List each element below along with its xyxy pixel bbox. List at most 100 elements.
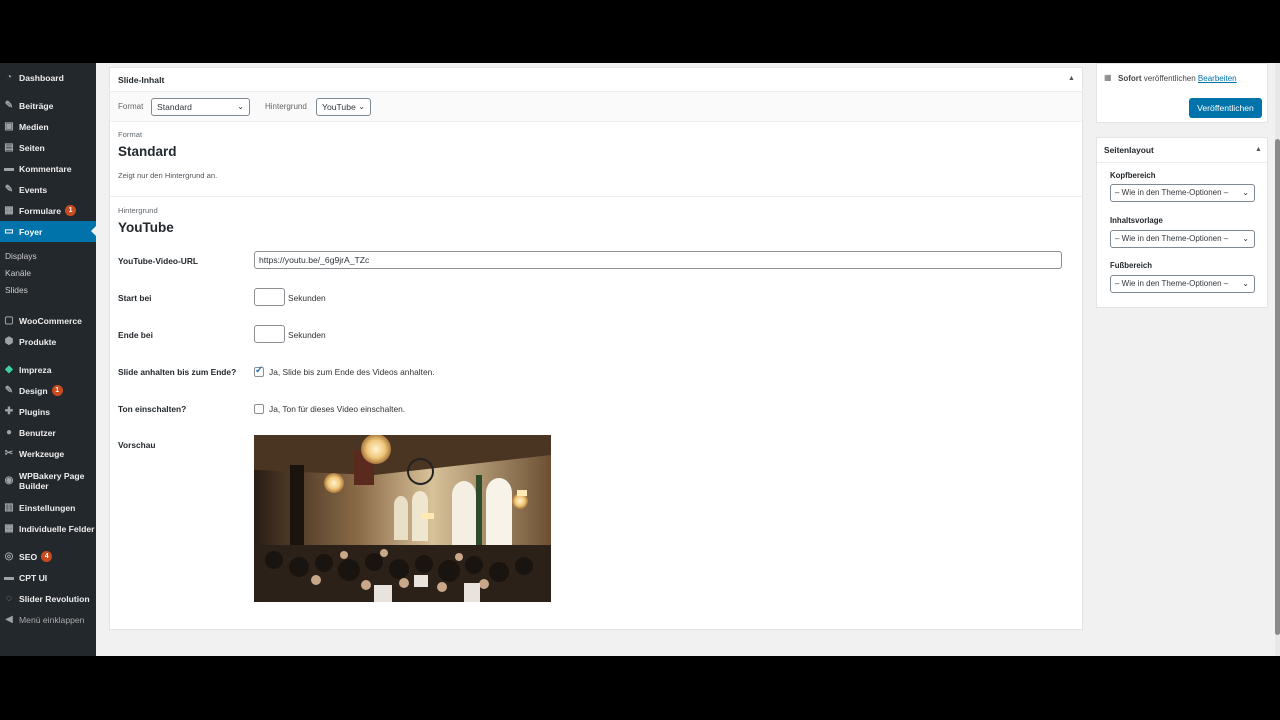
pin-icon: ✎ xyxy=(4,183,14,195)
update-badge: 1 xyxy=(65,205,77,216)
sidebar-item-benutzer[interactable]: ● Benutzer xyxy=(0,422,96,443)
collapse-box-icon[interactable]: ▲ xyxy=(1255,146,1262,153)
sidebar-item-einstellungen[interactable]: ▥ Einstellungen xyxy=(0,497,96,518)
youtube-url-label: YouTube-Video-URL xyxy=(118,256,199,266)
sidebar-item-seo[interactable]: ◎ SEO 4 xyxy=(0,546,96,567)
publish-button[interactable]: Veröffentlichen xyxy=(1189,98,1262,118)
screen: ◔ Dashboard ✎ Beiträge ▣ Medien ▤ Seiten ▬ Ko… xyxy=(0,63,1280,656)
media-icon: ▣ xyxy=(4,120,14,132)
form-icon: ▦ xyxy=(4,204,14,216)
sidebar-item-wpbakery[interactable]: ◉ WPBakery Page Builder xyxy=(0,467,96,495)
sound-checkbox[interactable] xyxy=(254,404,264,414)
content-template-select[interactable]: – Wie in den Theme-Optionen – ⌄ xyxy=(1110,230,1255,248)
sidebar-item-dashboard[interactable]: ◔ Dashboard xyxy=(0,67,96,88)
seo-icon: ◎ xyxy=(4,550,14,562)
submenu-displays[interactable]: Displays xyxy=(5,249,37,263)
cpt-icon: ▬ xyxy=(4,571,14,583)
panel-title: Slide-Inhalt xyxy=(110,68,1082,92)
admin-sidebar: ◔ Dashboard ✎ Beiträge ▣ Medien ▤ Seiten ▬ Ko… xyxy=(0,63,96,656)
background-section-title: YouTube xyxy=(118,220,174,235)
start-seconds-input[interactable] xyxy=(254,288,285,306)
collapse-icon: ◀ xyxy=(5,613,13,625)
update-badge: 1 xyxy=(51,385,63,396)
sidebar-item-plugins[interactable]: ✚ Plugins xyxy=(0,401,96,422)
sidebar-item-produkte[interactable]: ⬢ Produkte xyxy=(0,331,96,352)
sidebar-item-foyer[interactable]: ▭ Foyer xyxy=(0,221,96,242)
sidebar-item-beitraege[interactable]: ✎ Beiträge xyxy=(0,95,96,116)
fields-icon: ▦ xyxy=(4,522,14,534)
sidebar-item-woocommerce[interactable]: ▢ WooCommerce xyxy=(0,310,96,331)
sidebar-item-design[interactable]: ✎ Design 1 xyxy=(0,380,96,401)
footer-area-select[interactable]: – Wie in den Theme-Optionen – ⌄ xyxy=(1110,275,1255,293)
format-select[interactable]: Standard ⌄ xyxy=(151,98,250,116)
builder-icon: ◉ xyxy=(4,475,14,486)
revolution-icon: ◌ xyxy=(6,592,12,604)
background-select[interactable]: YouTube ⌄ xyxy=(316,98,371,116)
background-section-label: Hintergrund xyxy=(118,206,158,215)
sidebar-item-seiten[interactable]: ▤ Seiten xyxy=(0,137,96,158)
dashboard-icon: ◔ xyxy=(5,71,13,83)
comment-icon: ▬ xyxy=(4,162,14,174)
sidebar-item-cpt-ui[interactable]: ▬ CPT UI xyxy=(0,567,96,588)
sidebar-item-impreza[interactable]: ◆ Impreza xyxy=(0,359,96,380)
chevron-down-icon: ⌄ xyxy=(1242,188,1249,197)
plugin-icon: ✚ xyxy=(4,405,14,417)
page-icon: ▤ xyxy=(4,141,14,153)
chevron-down-icon: ⌄ xyxy=(1242,279,1249,288)
collapse-panel-icon[interactable]: ▲ xyxy=(1068,75,1075,82)
chevron-down-icon: ⌄ xyxy=(358,102,365,111)
edit-publish-link[interactable]: Bearbeiten xyxy=(1198,74,1237,83)
scrollbar-thumb[interactable] xyxy=(1275,139,1280,635)
sidebar-item-individuelle-felder[interactable]: ▦ Individuelle Felder xyxy=(0,518,96,539)
footer-area-label: Fußbereich xyxy=(1110,261,1153,270)
notification-badge: 4 xyxy=(41,551,53,562)
woo-icon: ▢ xyxy=(4,314,14,326)
sound-label: Ton einschalten? xyxy=(118,404,187,414)
end-unit: Sekunden xyxy=(288,330,326,340)
header-area-select[interactable]: – Wie in den Theme-Optionen – ⌄ xyxy=(1110,184,1255,202)
publish-status: Sofort veröffentlichen Bearbeiten xyxy=(1118,74,1237,83)
pin-icon: ✎ xyxy=(4,99,14,111)
start-label: Start bei xyxy=(118,293,152,303)
submenu-kanaele[interactable]: Kanäle xyxy=(5,266,31,280)
gem-icon: ◆ xyxy=(5,363,13,375)
format-section-label: Format xyxy=(118,130,143,139)
chevron-down-icon: ⌄ xyxy=(1242,234,1249,243)
sidebar-item-formulare[interactable]: ▦ Formulare 1 xyxy=(0,200,96,221)
box-divider xyxy=(1097,162,1267,163)
pause-checkbox-label[interactable]: Ja, Slide bis zum Ende des Videos anhalt… xyxy=(269,367,435,377)
box-icon: ⬢ xyxy=(4,335,14,347)
youtube-url-input[interactable]: https://youtu.be/_6g9jrA_TZc xyxy=(254,251,1062,269)
cursor-highlight-ring xyxy=(407,458,434,485)
background-select-label: Hintergrund xyxy=(265,102,307,111)
calendar-icon: ▦ xyxy=(1104,73,1112,82)
collapse-menu-button[interactable]: ◀ Menü einklappen xyxy=(0,609,96,630)
sidebar-item-events[interactable]: ✎ Events xyxy=(0,179,96,200)
user-icon: ● xyxy=(5,426,13,438)
page-layout-title: Seitenlayout xyxy=(1104,145,1154,155)
sidebar-item-werkzeuge[interactable]: ✂ Werkzeuge xyxy=(0,443,96,464)
format-select-label: Format xyxy=(118,102,144,111)
end-seconds-input[interactable] xyxy=(254,325,285,343)
header-area-label: Kopfbereich xyxy=(1110,171,1156,180)
start-unit: Sekunden xyxy=(288,293,326,303)
pause-checkbox[interactable] xyxy=(254,365,264,377)
sidebar-item-medien[interactable]: ▣ Medien xyxy=(0,116,96,137)
pause-label: Slide anhalten bis zum Ende? xyxy=(118,367,237,377)
settings-icon: ▥ xyxy=(4,501,14,513)
sidebar-item-kommentare[interactable]: ▬ Kommentare xyxy=(0,158,96,179)
format-section-description: Zeigt nur den Hintergrund an. xyxy=(118,171,218,180)
wrench-icon: ✂ xyxy=(4,447,14,459)
page-scrollbar[interactable] xyxy=(1275,63,1280,656)
chevron-down-icon: ⌄ xyxy=(237,102,244,111)
panel-toolbar: Format Standard ⌄ Hintergrund YouTube ⌄ xyxy=(110,92,1082,122)
end-label: Ende bei xyxy=(118,330,153,340)
preview-label: Vorschau xyxy=(118,440,156,450)
section-divider xyxy=(110,196,1082,197)
sidebar-item-slider-revolution[interactable]: ◌ Slider Revolution xyxy=(0,588,96,609)
page-layout-box: Seitenlayout ▲ Kopfbereich – Wie in den … xyxy=(1096,137,1268,308)
submenu-slides[interactable]: Slides xyxy=(5,283,28,297)
sound-checkbox-label[interactable]: Ja, Ton für dieses Video einschalten. xyxy=(269,404,405,414)
content-template-label: Inhaltsvorlage xyxy=(1110,216,1163,225)
video-preview-image xyxy=(254,435,551,602)
